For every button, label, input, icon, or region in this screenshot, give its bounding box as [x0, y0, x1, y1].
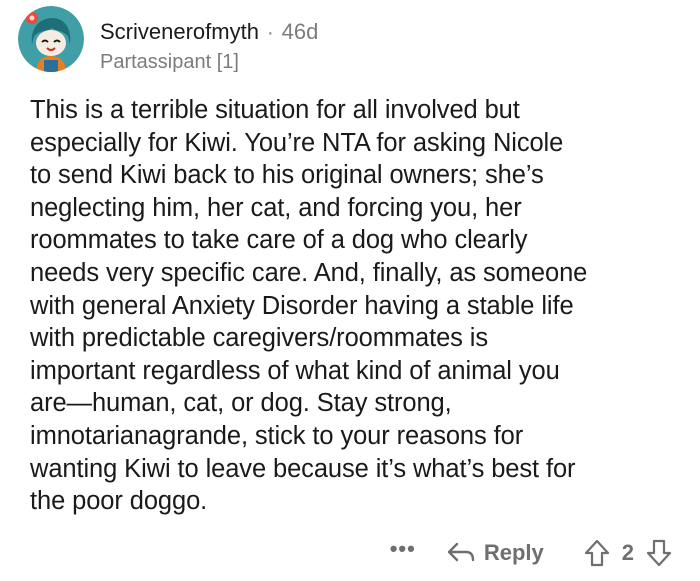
comment-age: 46d — [281, 19, 319, 44]
reply-arrow-icon — [447, 542, 475, 562]
comment-body: This is a terrible situation for all inv… — [30, 96, 588, 516]
avatar[interactable] — [18, 6, 84, 72]
author-row: Scrivenerofmyth · 46d — [100, 18, 318, 47]
comment: Scrivenerofmyth · 46d Partassipant [1] T… — [0, 0, 700, 581]
separator-dot: · — [266, 22, 274, 44]
reply-label: Reply — [483, 540, 544, 565]
comment-actions: ••• Reply 2 — [390, 536, 672, 570]
username-link[interactable]: Scrivenerofmyth — [100, 18, 259, 46]
reply-button[interactable]: Reply — [446, 540, 544, 566]
downvote-arrow-icon[interactable] — [646, 539, 672, 567]
vote-score: 2 — [621, 540, 634, 565]
upvote-arrow-icon[interactable] — [584, 539, 610, 567]
vote-controls: 2 — [584, 539, 672, 567]
avatar-icon — [18, 6, 84, 72]
user-flair: Partassipant [1] — [100, 51, 239, 73]
more-options-button[interactable]: ••• — [390, 538, 416, 560]
comment-header: Scrivenerofmyth · 46d Partassipant [1] — [100, 18, 318, 75]
